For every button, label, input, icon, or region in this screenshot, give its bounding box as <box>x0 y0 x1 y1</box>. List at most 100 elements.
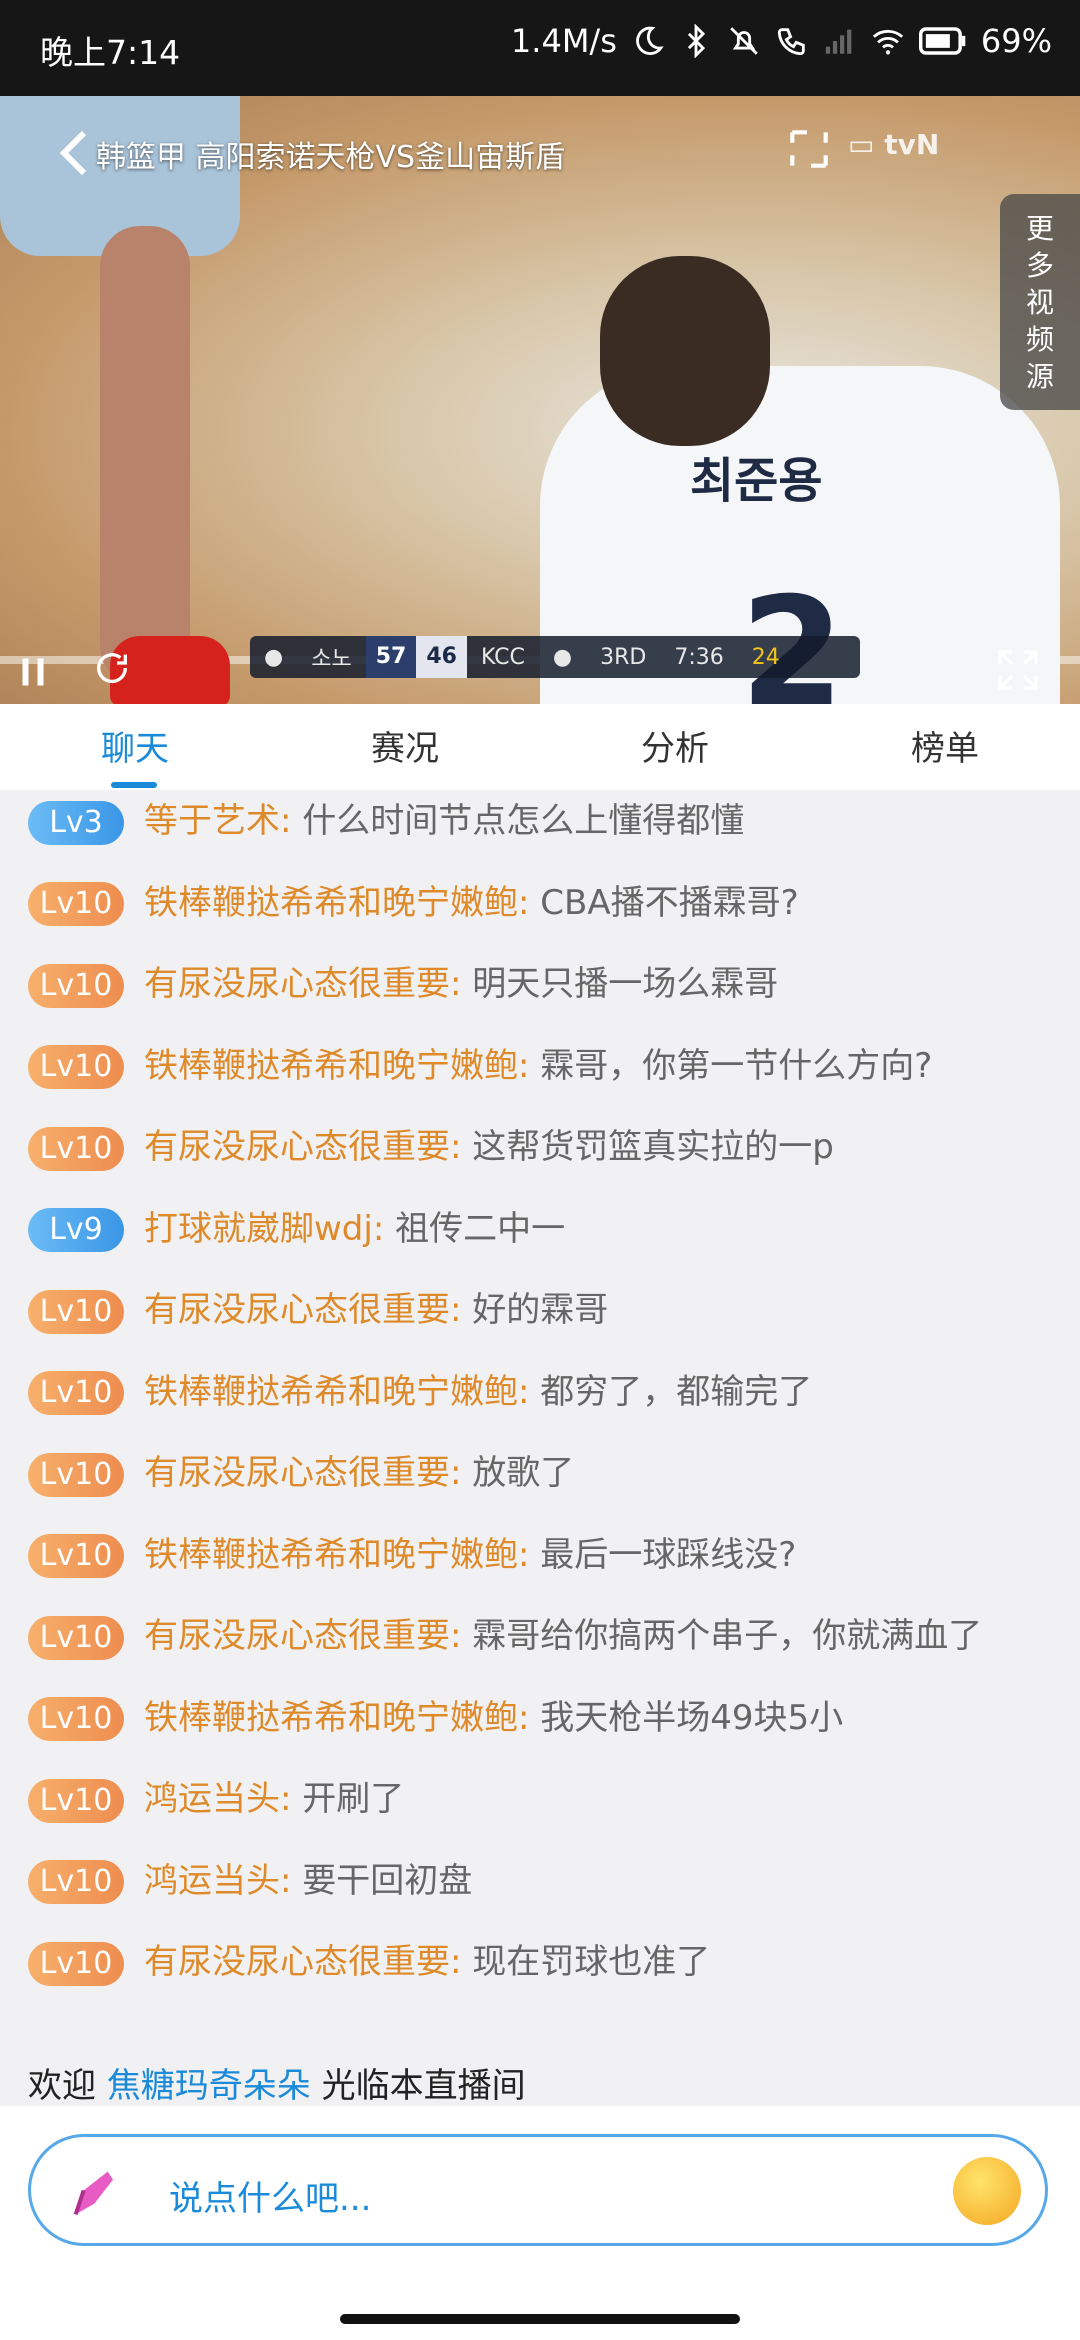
chat-username[interactable]: 有尿没尿心态很重要 <box>144 1453 450 1493</box>
team-b-logo: ● <box>552 644 573 670</box>
chat-text: 放歌了 <box>472 1453 575 1493</box>
welcome-user[interactable]: 焦糖玛奇朵朵 <box>107 2066 311 2106</box>
chat-separator: : <box>518 1534 541 1575</box>
chat-text: 要干回初盘 <box>302 1860 473 1901</box>
chat-message: Lv3 等于艺术: 什么时间节点怎么上懂得都懂 <box>0 800 1080 845</box>
tab-game-status[interactable]: 赛况 <box>270 704 540 790</box>
status-time: 晚上7:14 <box>40 33 181 72</box>
level-badge: Lv10 <box>28 1778 124 1823</box>
chat-message: Lv10 有尿没尿心态很重要: 好的霖哥 <box>0 1289 1080 1334</box>
chat-message: Lv10 有尿没尿心态很重要: 放歌了 <box>0 1452 1080 1497</box>
team-a-score: 57 <box>365 636 417 678</box>
chat-separator: : <box>450 1453 473 1493</box>
chat-username[interactable]: 有尿没尿心态很重要 <box>144 1942 450 1982</box>
pause-icon[interactable] <box>18 654 48 690</box>
level-badge: Lv10 <box>28 1045 124 1089</box>
chat-username[interactable]: 铁棒鞭挞希希和晚宁嫩鲍 <box>144 1698 518 1738</box>
chat-message: Lv10 铁棒鞭挞希希和晚宁嫩鲍: 我天枪半场49块5小 <box>0 1697 1080 1741</box>
level-badge: Lv10 <box>28 1941 124 1986</box>
level-badge: Lv10 <box>28 1615 124 1660</box>
battery-percent: 69% <box>980 22 1052 60</box>
tab-leaderboard[interactable]: 榜单 <box>810 704 1080 790</box>
bottom-bar: 说点什么吧... <box>0 2106 1080 2340</box>
chat-list[interactable]: Lv3 等于艺术: 什么时间节点怎么上懂得都懂 Lv10 铁棒鞭挞希希和晚宁嫩鲍: C… <box>0 790 1080 2120</box>
chat-text: 霖哥，你第一节什么方向? <box>540 1045 933 1086</box>
chat-username[interactable]: 有尿没尿心态很重要 <box>144 1290 450 1330</box>
shot-clock: 24 <box>751 644 780 670</box>
team-a-logo: ● <box>264 644 284 670</box>
network-speed: 1.4M/s <box>510 22 617 60</box>
team-b-score: 46 <box>416 636 467 678</box>
game-clock: 7:36 <box>674 644 724 670</box>
more-video-sources-button[interactable]: 更 多 视 频 源 <box>1000 194 1080 410</box>
chat-text: 最后一球踩线没? <box>540 1534 797 1575</box>
status-bar: 晚上7:14 1.4M/s 69% <box>0 0 1080 96</box>
battery-icon <box>918 27 966 55</box>
chat-username[interactable]: 铁棒鞭挞希希和晚宁嫩鲍 <box>144 1372 518 1412</box>
fullscreen-icon[interactable] <box>994 646 1042 694</box>
chat-input[interactable]: 说点什么吧... <box>28 2134 1048 2246</box>
chat-separator: : <box>450 1942 473 1982</box>
chat-username[interactable]: 等于艺术 <box>144 801 280 841</box>
chat-separator: : <box>450 964 473 1004</box>
broadcaster-logo: ▭ tvN <box>848 128 940 161</box>
chat-username[interactable]: 铁棒鞭挞希希和晚宁嫩鲍 <box>144 883 518 923</box>
cast-icon[interactable] <box>784 124 834 174</box>
chat-username[interactable]: 有尿没尿心态很重要 <box>144 1127 450 1167</box>
level-badge: Lv3 <box>28 800 124 845</box>
video-title: 韩篮甲 高阳索诺天枪VS釜山宙斯盾 <box>96 140 566 175</box>
chat-separator: : <box>518 1697 541 1738</box>
chat-text: 什么时间节点怎么上懂得都懂 <box>302 801 745 841</box>
chat-message: Lv10 有尿没尿心态很重要: 现在罚球也准了 <box>0 1941 1080 1986</box>
chat-username[interactable]: 鸿运当头 <box>144 1861 280 1901</box>
chat-username[interactable]: 铁棒鞭挞希希和晚宁嫩鲍 <box>144 1046 518 1086</box>
jersey-number: 2 <box>740 566 845 704</box>
tab-active-indicator <box>111 782 157 788</box>
chat-message: Lv10 鸿运当头: 开刷了 <box>0 1778 1080 1823</box>
chat-text: 祖传二中一 <box>395 1208 566 1249</box>
chat-text: 霖哥给你搞两个串子，你就满血了 <box>472 1616 983 1656</box>
level-badge: Lv10 <box>28 963 124 1008</box>
chat-separator: : <box>450 1616 473 1656</box>
chat-message: Lv10 有尿没尿心态很重要: 这帮货罚篮真实拉的一p <box>0 1126 1080 1171</box>
chat-message: Lv10 铁棒鞭挞希希和晚宁嫩鲍: 都穷了，都输完了 <box>0 1371 1080 1415</box>
chat-username[interactable]: 有尿没尿心态很重要 <box>144 1616 450 1656</box>
pen-icon <box>73 2171 113 2215</box>
chat-username[interactable]: 鸿运当头 <box>144 1779 280 1819</box>
call-icon <box>777 28 805 56</box>
refresh-icon[interactable] <box>92 648 132 688</box>
chat-separator: : <box>518 1045 541 1086</box>
chat-text: 这帮货罚篮真实拉的一p <box>472 1127 834 1167</box>
chat-message: Lv10 有尿没尿心态很重要: 明天只播一场么霖哥 <box>0 963 1080 1008</box>
tab-chat[interactable]: 聊天 <box>0 704 270 790</box>
chat-text: 我天枪半场49块5小 <box>540 1697 844 1738</box>
back-arrow-icon[interactable] <box>54 128 94 178</box>
tab-bar: 聊天 赛况 分析 榜单 <box>0 704 1080 790</box>
team-a-name: 소노 <box>311 647 352 672</box>
home-indicator[interactable] <box>340 2314 740 2324</box>
moon-icon <box>635 26 664 55</box>
chat-username[interactable]: 有尿没尿心态很重要 <box>144 964 450 1004</box>
bluetooth-icon <box>687 24 705 58</box>
chat-separator: : <box>280 801 303 841</box>
chat-separator: : <box>280 1860 303 1901</box>
chat-message: Lv9 打球就崴脚wdj: 祖传二中一 <box>0 1208 1080 1252</box>
level-badge: Lv10 <box>28 1860 124 1904</box>
chat-username[interactable]: 打球就崴脚wdj <box>144 1209 373 1249</box>
chat-message: Lv10 铁棒鞭挞希希和晚宁嫩鲍: 霖哥，你第一节什么方向? <box>0 1045 1080 1089</box>
chat-separator: : <box>450 1127 473 1167</box>
mute-bell-icon <box>730 27 758 55</box>
chat-username[interactable]: 铁棒鞭挞希希和晚宁嫩鲍 <box>144 1535 518 1575</box>
tab-analysis[interactable]: 分析 <box>540 704 810 790</box>
chat-separator: : <box>518 1371 541 1412</box>
level-badge: Lv10 <box>28 1534 124 1578</box>
level-badge: Lv10 <box>28 882 124 926</box>
chat-text: 开刷了 <box>302 1779 405 1819</box>
chat-text: 现在罚球也准了 <box>472 1942 711 1982</box>
chat-message: Lv10 铁棒鞭挞希希和晚宁嫩鲍: CBA播不播霖哥? <box>0 882 1080 926</box>
chat-message: Lv10 铁棒鞭挞希希和晚宁嫩鲍: 最后一球踩线没? <box>0 1534 1080 1578</box>
emoji-icon[interactable] <box>953 2157 1021 2225</box>
chat-input-placeholder: 说点什么吧... <box>169 2179 372 2219</box>
level-badge: Lv10 <box>28 1126 124 1171</box>
chat-message: Lv10 鸿运当头: 要干回初盘 <box>0 1860 1080 1904</box>
